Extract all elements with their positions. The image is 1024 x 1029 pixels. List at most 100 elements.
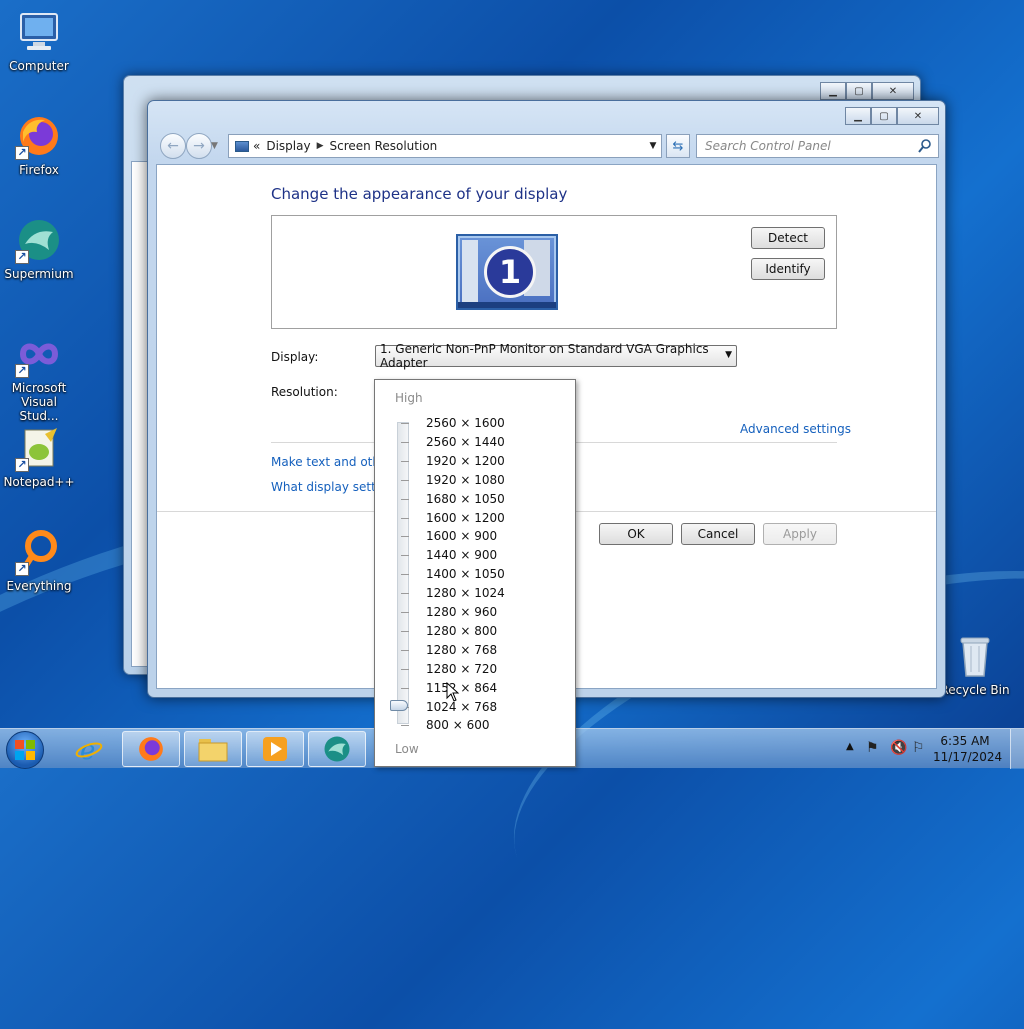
network-icon[interactable]: ⚐ [912, 740, 925, 756]
slider-tick [401, 555, 409, 557]
maximize-button[interactable]: ▢ [871, 107, 897, 125]
breadcrumb-display[interactable]: Display [266, 139, 310, 153]
cancel-button[interactable]: Cancel [681, 523, 755, 545]
resolution-option[interactable]: 1400 × 1050 [426, 567, 505, 581]
slider-tick [401, 460, 409, 462]
breadcrumb-screen-resolution[interactable]: Screen Resolution [330, 139, 438, 153]
display-preview-box: 1 Detect Identify [271, 215, 837, 329]
resolution-label: Resolution: [271, 385, 338, 399]
desktop-icon-everything[interactable]: ↗ Everything [1, 528, 77, 593]
monitor-1-preview[interactable]: 1 [456, 234, 558, 310]
resolution-slider-track[interactable] [397, 422, 409, 724]
resolution-option[interactable]: 1600 × 900 [426, 529, 497, 543]
slider-tick [401, 441, 409, 443]
resolution-option[interactable]: 1024 × 768 [426, 700, 497, 714]
desktop-icon-visual-studio[interactable]: ↗ Microsoft Visual Stud... [1, 330, 77, 423]
taskbar-supermium[interactable] [308, 731, 366, 767]
show-desktop-button[interactable] [1010, 729, 1024, 769]
everything-search-icon: ↗ [15, 528, 63, 576]
firefox-icon: ↗ [15, 112, 63, 160]
resolution-slider-thumb[interactable] [390, 700, 408, 711]
shortcut-arrow-icon: ↗ [15, 364, 29, 378]
display-select-value: 1. Generic Non-PnP Monitor on Standard V… [380, 342, 709, 370]
slider-tick [401, 593, 409, 595]
desktop-icon-notepad-plus-plus[interactable]: ↗ Notepad++ [1, 424, 77, 489]
page-title: Change the appearance of your display [271, 185, 568, 203]
desktop-icon-label: Supermium [4, 267, 74, 281]
resolution-option[interactable]: 1280 × 1024 [426, 586, 505, 600]
forward-arrow-icon: → [193, 138, 205, 154]
desktop-icon-firefox[interactable]: ↗ Firefox [1, 112, 77, 177]
resolution-option[interactable]: 1440 × 900 [426, 548, 497, 562]
search-icon[interactable] [917, 138, 933, 154]
minimize-button[interactable]: ▁ [820, 82, 846, 100]
close-button[interactable]: ✕ [897, 107, 939, 125]
volume-muted-icon[interactable]: 🔇 [890, 740, 907, 756]
recent-pages-dropdown-icon[interactable]: ▼ [211, 141, 218, 151]
action-center-flag-icon[interactable]: ⚑ [866, 740, 879, 756]
monitor-number: 1 [484, 246, 536, 298]
window-caption-buttons: ▁ ▢ ✕ [845, 107, 939, 125]
detect-button[interactable]: Detect [751, 227, 825, 249]
resolution-option[interactable]: 1920 × 1080 [426, 473, 505, 487]
maximize-button[interactable]: ▢ [846, 82, 872, 100]
navigation-bar: ← → ▼ « Display ▶ Screen Resolution ▼ ⇆ … [156, 133, 939, 159]
desktop-icon-computer[interactable]: Computer [1, 8, 77, 73]
desktop-icon-label: Firefox [19, 163, 59, 177]
display-select[interactable]: 1. Generic Non-PnP Monitor on Standard V… [375, 342, 737, 370]
slider-tick [401, 517, 409, 519]
low-label: Low [395, 742, 419, 756]
taskbar-media-player[interactable] [246, 731, 304, 767]
resolution-option[interactable]: 1280 × 720 [426, 662, 497, 676]
desktop-icon-supermium[interactable]: ↗ Supermium [1, 216, 77, 281]
breadcrumb-overflow[interactable]: « [253, 139, 260, 153]
computer-icon [15, 8, 63, 56]
resolution-option[interactable]: 1600 × 1200 [426, 511, 505, 525]
slider-tick [401, 423, 409, 424]
resolution-option[interactable]: 1920 × 1200 [426, 454, 505, 468]
resolution-option[interactable]: 800 × 600 [426, 718, 490, 732]
resolution-option[interactable]: 2560 × 1440 [426, 435, 505, 449]
resolution-option[interactable]: 1280 × 768 [426, 643, 497, 657]
forward-button[interactable]: → [186, 133, 212, 159]
address-dropdown-icon[interactable]: ▼ [645, 135, 661, 157]
system-clock[interactable]: 6:35 AM 11/17/2024 [933, 733, 1002, 765]
start-button[interactable] [6, 731, 44, 769]
advanced-settings-link[interactable]: Advanced settings [740, 422, 851, 436]
resolution-option[interactable]: 1280 × 960 [426, 605, 497, 619]
media-player-icon [263, 737, 287, 761]
ok-button[interactable]: OK [599, 523, 673, 545]
show-hidden-icons-button[interactable]: ▲ [846, 741, 854, 752]
apply-button[interactable]: Apply [763, 523, 837, 545]
taskbar-firefox[interactable] [122, 731, 180, 767]
shortcut-arrow-icon: ↗ [15, 458, 29, 472]
notepad-plus-plus-icon: ↗ [15, 424, 63, 472]
address-bar[interactable]: « Display ▶ Screen Resolution ▼ [228, 134, 662, 158]
close-button[interactable]: ✕ [872, 82, 914, 100]
display-label: Display: [271, 350, 319, 364]
desktop-icon-label: Computer [9, 59, 69, 73]
resolution-option[interactable]: 1680 × 1050 [426, 492, 505, 506]
slider-tick [401, 687, 409, 689]
back-button[interactable]: ← [160, 133, 186, 159]
resolution-option[interactable]: 2560 × 1600 [426, 416, 505, 430]
resolution-option[interactable]: 1152 × 864 [426, 681, 497, 695]
control-panel-display-icon [235, 140, 249, 152]
visual-studio-icon: ↗ [15, 330, 63, 378]
taskbar-internet-explorer[interactable]: e [60, 731, 118, 767]
identify-button[interactable]: Identify [751, 258, 825, 280]
internet-explorer-icon: e [75, 736, 103, 764]
resolution-option[interactable]: 1280 × 800 [426, 624, 497, 638]
shortcut-arrow-icon: ↗ [15, 562, 29, 576]
desktop-icon-recycle-bin[interactable]: Recycle Bin [937, 632, 1013, 697]
slider-tick [401, 536, 409, 538]
search-input[interactable]: Search Control Panel [696, 134, 939, 158]
minimize-button[interactable]: ▁ [845, 107, 871, 125]
slider-tick [401, 649, 409, 651]
back-arrow-icon: ← [167, 138, 179, 154]
resolution-slider-popup[interactable]: High 2560 × 1600 2560 × 1440 1920 × 1200 19… [374, 379, 576, 767]
breadcrumb-separator-icon[interactable]: ▶ [317, 141, 324, 151]
taskbar-explorer[interactable] [184, 731, 242, 767]
svg-text:e: e [80, 736, 95, 764]
refresh-button[interactable]: ⇆ [666, 134, 690, 158]
